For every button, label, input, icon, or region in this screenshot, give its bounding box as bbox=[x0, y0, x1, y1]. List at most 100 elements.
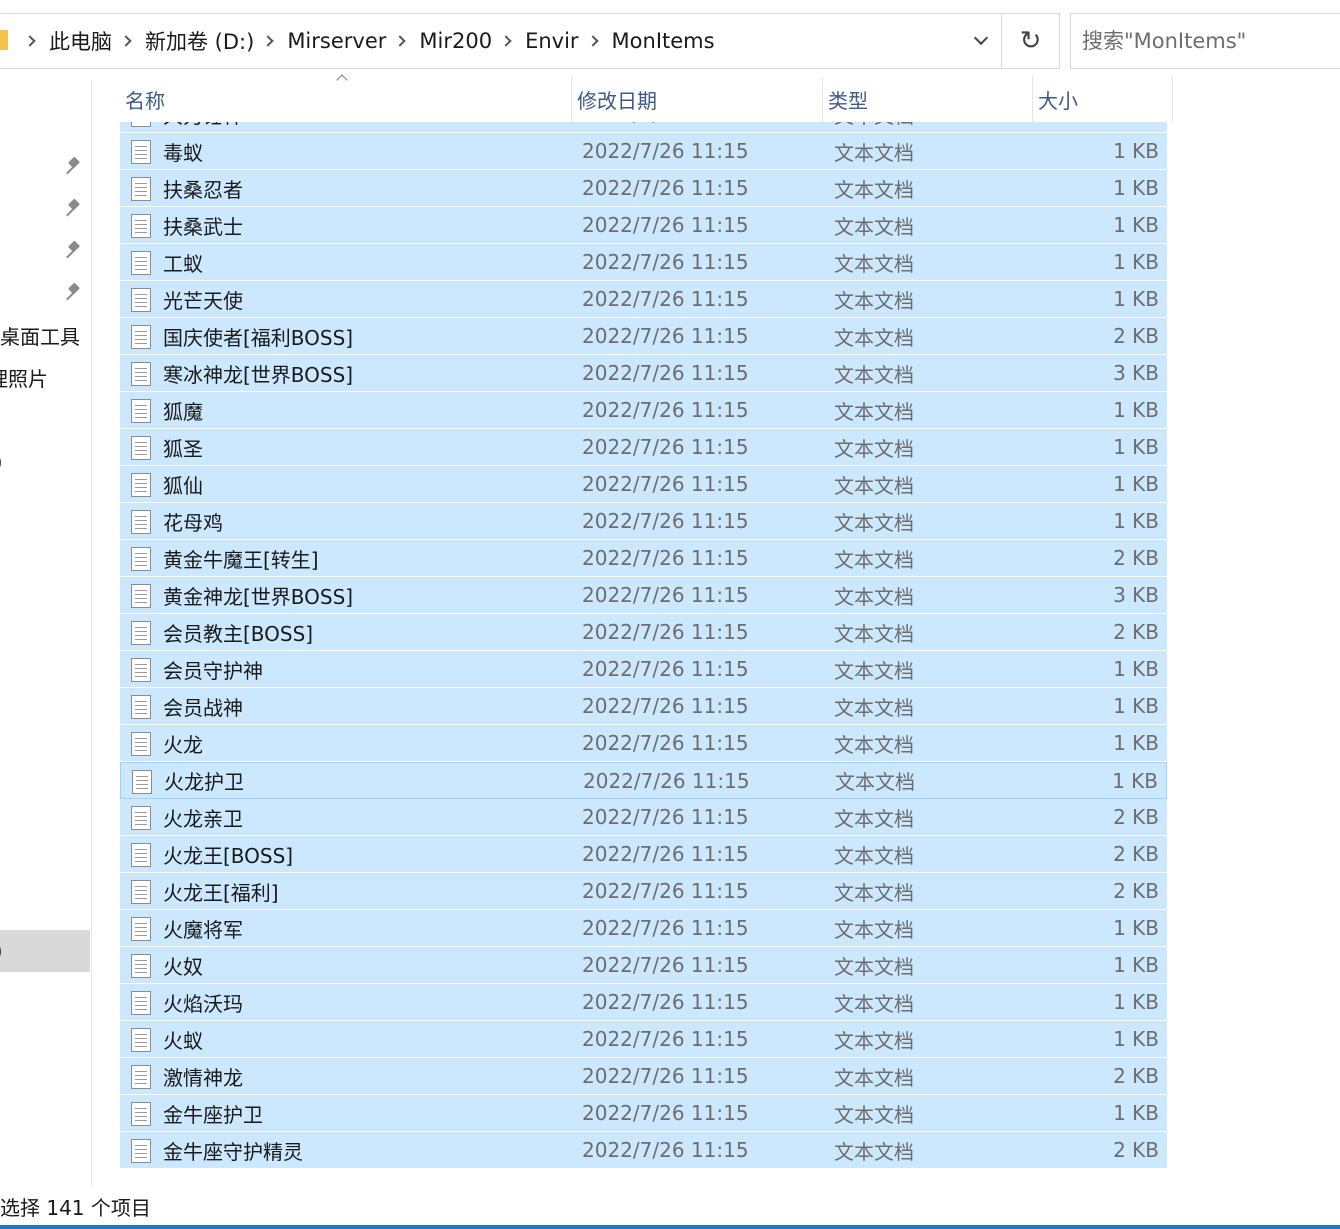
file-row[interactable]: 火龙王[BOSS] 2022/7/26 11:15 文本文档 2 KB bbox=[120, 836, 1167, 873]
file-row[interactable]: 激情神龙 2022/7/26 11:15 文本文档 2 KB bbox=[120, 1058, 1167, 1095]
file-size: 1 KB bbox=[1113, 731, 1159, 755]
nav-item-drive[interactable]: ) bbox=[0, 973, 90, 1015]
file-row[interactable]: 扶桑武士 2022/7/26 11:15 文本文档 1 KB bbox=[120, 207, 1167, 244]
file-date: 2022/7/26 11:15 bbox=[582, 990, 749, 1014]
chevron-right-icon[interactable] bbox=[262, 35, 274, 47]
file-list[interactable]: 大力锤神 2022/7/26 11:15 文本文档 1 KB 毒蚁 2022/7/26 1… bbox=[120, 122, 1168, 1186]
column-header-name[interactable]: 名称 bbox=[120, 74, 572, 122]
chevron-right-icon[interactable] bbox=[394, 35, 407, 47]
text-file-icon bbox=[131, 510, 151, 534]
file-row[interactable]: 狐仙 2022/7/26 11:15 文本文档 1 KB bbox=[120, 466, 1167, 503]
text-file-icon bbox=[131, 122, 151, 127]
file-row[interactable]: 大力锤神 2022/7/26 11:15 文本文档 1 KB bbox=[120, 122, 1167, 133]
search-box[interactable] bbox=[1070, 13, 1340, 69]
file-size: 1 KB bbox=[1113, 694, 1159, 718]
breadcrumb-drive-d[interactable]: 新加卷 (D:) bbox=[143, 26, 256, 56]
file-row[interactable]: 花母鸡 2022/7/26 11:15 文本文档 1 KB bbox=[120, 503, 1167, 540]
file-date: 2022/7/26 11:15 bbox=[582, 176, 749, 200]
pin-icon[interactable] bbox=[64, 241, 84, 261]
file-size: 1 KB bbox=[1113, 916, 1159, 940]
file-row[interactable]: 黄金牛魔王[转生] 2022/7/26 11:15 文本文档 2 KB bbox=[120, 540, 1167, 577]
file-size: 1 KB bbox=[1113, 176, 1159, 200]
breadcrumb-mir200[interactable]: Mir200 bbox=[417, 29, 494, 53]
pin-icon[interactable] bbox=[64, 199, 84, 219]
column-header-size[interactable]: 大小 bbox=[1033, 76, 1173, 122]
file-row[interactable]: 狐魔 2022/7/26 11:15 文本文档 1 KB bbox=[120, 392, 1167, 429]
file-type: 文本文档 bbox=[834, 1102, 914, 1127]
nav-item-label: 桌面工具 bbox=[0, 324, 80, 349]
file-name: 会员战神 bbox=[163, 695, 243, 720]
file-row[interactable]: 会员守护神 2022/7/26 11:15 文本文档 1 KB bbox=[120, 651, 1167, 688]
file-row[interactable]: 会员教主[BOSS] 2022/7/26 11:15 文本文档 2 KB bbox=[120, 614, 1167, 651]
file-row[interactable]: 光芒天使 2022/7/26 11:15 文本文档 1 KB bbox=[120, 281, 1167, 318]
file-row[interactable]: 寒冰神龙[世界BOSS] 2022/7/26 11:15 文本文档 3 KB bbox=[120, 355, 1167, 392]
nav-item-desktop-tools[interactable]: 桌面工具 bbox=[0, 314, 90, 356]
file-row[interactable]: 火龙亲卫 2022/7/26 11:15 文本文档 2 KB bbox=[120, 799, 1167, 836]
chevron-right-icon[interactable] bbox=[500, 35, 512, 47]
file-row[interactable]: 火焰沃玛 2022/7/26 11:15 文本文档 1 KB bbox=[120, 984, 1167, 1021]
file-row[interactable]: 黄金神龙[世界BOSS] 2022/7/26 11:15 文本文档 3 KB bbox=[120, 577, 1167, 614]
file-date: 2022/7/26 11:15 bbox=[582, 324, 749, 348]
file-row[interactable]: 国庆使者[福利BOSS] 2022/7/26 11:15 文本文档 2 KB bbox=[120, 318, 1167, 355]
text-file-icon bbox=[132, 770, 152, 794]
nav-item-photos[interactable]: 理照片 bbox=[0, 356, 90, 398]
file-size: 1 KB bbox=[1113, 122, 1159, 126]
chevron-right-icon[interactable] bbox=[24, 35, 36, 47]
file-row[interactable]: 火龙王[福利] 2022/7/26 11:15 文本文档 2 KB bbox=[120, 873, 1167, 910]
file-row[interactable]: 扶桑忍者 2022/7/26 11:15 文本文档 1 KB bbox=[120, 170, 1167, 207]
file-row[interactable]: 毒蚁 2022/7/26 11:15 文本文档 1 KB bbox=[120, 133, 1167, 170]
breadcrumb-envir[interactable]: Envir bbox=[523, 29, 580, 53]
file-row[interactable]: 火奴 2022/7/26 11:15 文本文档 1 KB bbox=[120, 947, 1167, 984]
file-row[interactable]: 金牛座守护精灵 2022/7/26 11:15 文本文档 2 KB bbox=[120, 1132, 1167, 1169]
file-row[interactable]: 火魔将军 2022/7/26 11:15 文本文档 1 KB bbox=[120, 910, 1167, 947]
file-size: 1 KB bbox=[1113, 657, 1159, 681]
file-row[interactable]: 金牛座护卫 2022/7/26 11:15 文本文档 1 KB bbox=[120, 1095, 1167, 1132]
file-type: 文本文档 bbox=[834, 436, 914, 461]
file-row[interactable]: 火龙 2022/7/26 11:15 文本文档 1 KB bbox=[120, 725, 1167, 762]
breadcrumb-monitems[interactable]: MonItems bbox=[610, 29, 717, 53]
pin-icon[interactable] bbox=[64, 157, 84, 177]
file-row[interactable]: 火龙护卫 2022/7/26 11:15 文本文档 1 KB bbox=[120, 762, 1167, 799]
text-file-icon bbox=[131, 399, 151, 423]
file-size: 1 KB bbox=[1113, 287, 1159, 311]
text-file-icon bbox=[131, 843, 151, 867]
file-name: 寒冰神龙[世界BOSS] bbox=[163, 362, 354, 387]
file-date: 2022/7/26 11:15 bbox=[582, 435, 749, 459]
file-type: 文本文档 bbox=[834, 1028, 914, 1053]
nav-item-drive-selected[interactable]: :) bbox=[0, 930, 90, 972]
file-size: 2 KB bbox=[1113, 805, 1159, 829]
file-name: 黄金神龙[世界BOSS] bbox=[163, 584, 354, 609]
refresh-button[interactable]: ↻ bbox=[1002, 13, 1060, 69]
file-row[interactable]: 会员战神 2022/7/26 11:15 文本文档 1 KB bbox=[120, 688, 1167, 725]
nav-item-drive[interactable]: :) bbox=[0, 441, 90, 483]
file-date: 2022/7/26 11:15 bbox=[582, 620, 749, 644]
file-name: 大力锤神 bbox=[163, 122, 243, 129]
text-file-icon bbox=[131, 288, 151, 312]
chevron-right-icon[interactable] bbox=[120, 35, 132, 47]
file-type: 文本文档 bbox=[834, 991, 914, 1016]
pin-icon[interactable] bbox=[64, 283, 84, 303]
chevron-right-icon[interactable] bbox=[586, 35, 599, 47]
file-name: 火龙 bbox=[163, 732, 203, 757]
breadcrumb-this-pc[interactable]: 此电脑 bbox=[47, 26, 114, 56]
file-type: 文本文档 bbox=[834, 917, 914, 942]
breadcrumb-mirserver[interactable]: Mirserver bbox=[285, 29, 388, 53]
file-size: 1 KB bbox=[1113, 509, 1159, 533]
column-header-date[interactable]: 修改日期 bbox=[572, 76, 823, 122]
file-row[interactable]: 工蚁 2022/7/26 11:15 文本文档 1 KB bbox=[120, 244, 1167, 281]
status-bar: 选择 141 个项目 bbox=[0, 1186, 1340, 1229]
file-size: 1 KB bbox=[1113, 250, 1159, 274]
file-row[interactable]: 狐圣 2022/7/26 11:15 文本文档 1 KB bbox=[120, 429, 1167, 466]
file-type: 文本文档 bbox=[834, 288, 914, 313]
file-type: 文本文档 bbox=[834, 547, 914, 572]
file-row[interactable]: 火蚁 2022/7/26 11:15 文本文档 1 KB bbox=[120, 1021, 1167, 1058]
file-name: 花母鸡 bbox=[163, 510, 223, 535]
file-type: 文本文档 bbox=[834, 843, 914, 868]
file-size: 2 KB bbox=[1113, 620, 1159, 644]
chevron-down-icon bbox=[973, 30, 989, 46]
column-header-type[interactable]: 类型 bbox=[823, 76, 1033, 122]
address-history-dropdown[interactable] bbox=[960, 13, 1002, 69]
search-input[interactable] bbox=[1071, 14, 1340, 68]
file-date: 2022/7/26 11:15 bbox=[582, 398, 749, 422]
file-name: 光芒天使 bbox=[163, 288, 243, 313]
